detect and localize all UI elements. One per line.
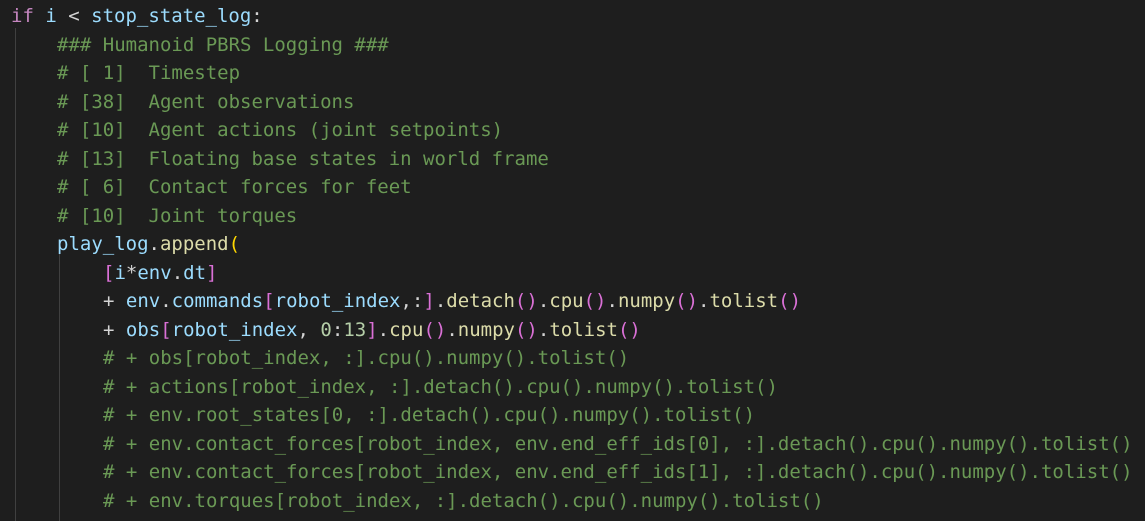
code-token: ,: [297, 319, 321, 341]
code-token: # [ 1] Timestep: [57, 62, 241, 84]
code-token: ,:: [400, 290, 424, 312]
code-token: obs: [125, 319, 161, 341]
code-token: detach: [446, 290, 515, 312]
code-line-15[interactable]: # + env.root_states[0, :].detach().cpu()…: [11, 401, 755, 429]
code-line-14[interactable]: # + actions[robot_index, :].detach().cpu…: [11, 373, 778, 401]
code-token: (): [617, 319, 641, 341]
code-token: # [10] Agent actions (joint setpoints): [57, 119, 504, 141]
code-line-10[interactable]: [i*env.dt]: [11, 259, 217, 287]
code-line-17[interactable]: # + env.contact_forces[robot_index, env.…: [11, 458, 1133, 486]
code-line-12[interactable]: + obs[robot_index, 0:13].cpu().numpy().t…: [11, 316, 641, 344]
code-token: ]: [423, 290, 435, 312]
code-token: numpy: [457, 319, 515, 341]
code-token: .: [537, 319, 550, 341]
code-token: .: [446, 319, 458, 341]
code-line-6[interactable]: # [13] Floating base states in world fra…: [11, 145, 549, 173]
code-token: env: [125, 290, 161, 312]
code-token: <: [56, 5, 92, 27]
code-token: # + actions[robot_index, :].detach().cpu…: [103, 376, 778, 398]
code-token: :: [251, 5, 263, 27]
code-token: *: [125, 262, 138, 284]
code-token: # + env.contact_forces[robot_index, env.…: [103, 433, 1133, 455]
code-token: # [10] Joint torques: [57, 205, 298, 227]
code-token: # + env.contact_forces[robot_index, env.…: [103, 461, 1133, 483]
code-line-7[interactable]: # [ 6] Contact forces for feet: [11, 173, 412, 201]
code-token: 0: [320, 319, 332, 341]
code-token: +: [103, 319, 126, 341]
code-token: .: [606, 290, 618, 312]
code-token: append: [159, 233, 229, 255]
code-token: ]: [366, 319, 378, 341]
code-token: (): [514, 319, 538, 341]
code-token: 13: [343, 319, 367, 341]
code-token: .: [537, 290, 550, 312]
code-token: (: [228, 233, 241, 255]
code-token: .: [434, 290, 447, 312]
code-line-5[interactable]: # [10] Agent actions (joint setpoints): [11, 116, 503, 144]
code-token: env: [137, 262, 172, 284]
code-token: i: [114, 262, 126, 284]
code-editor[interactable]: if i < stop_state_log: ### Humanoid PBRS…: [0, 0, 1145, 521]
code-token: +: [103, 290, 126, 312]
code-token: (): [675, 290, 699, 312]
code-token: .: [160, 290, 172, 312]
code-token: (): [778, 290, 802, 312]
code-token: cpu: [549, 290, 584, 312]
code-token: (): [514, 290, 538, 312]
code-token: stop_state_log: [91, 5, 252, 27]
code-token: robot_index: [274, 290, 401, 312]
code-line-11[interactable]: + env.commands[robot_index,:].detach().c…: [11, 287, 801, 315]
code-token: tolist: [549, 319, 618, 341]
code-token: # [38] Agent observations: [57, 91, 355, 113]
code-token: [: [103, 262, 115, 284]
code-token: .: [377, 319, 390, 341]
code-line-13[interactable]: # + obs[robot_index, :].cpu().numpy().to…: [11, 344, 629, 372]
code-line-1[interactable]: if i < stop_state_log:: [11, 2, 263, 30]
code-token: .: [698, 290, 710, 312]
code-token: (): [423, 319, 447, 341]
code-token: # + obs[robot_index, :].cpu().numpy().to…: [103, 347, 630, 369]
code-line-2[interactable]: ### Humanoid PBRS Logging ###: [11, 31, 389, 59]
code-token: (): [583, 290, 607, 312]
code-token: .: [171, 262, 184, 284]
code-line-9[interactable]: play_log.append(: [11, 230, 240, 258]
code-token: ### Humanoid PBRS Logging ###: [57, 34, 389, 56]
code-token: [: [160, 319, 172, 341]
code-token: cpu: [389, 319, 424, 341]
code-token: play_log: [57, 233, 149, 255]
code-token: robot_index: [171, 319, 298, 341]
code-token: # + env.root_states[0, :].detach().cpu()…: [103, 404, 756, 426]
code-token: :: [331, 319, 344, 341]
code-token: # + env.torques[robot_index, :].detach()…: [103, 490, 824, 512]
code-line-4[interactable]: # [38] Agent observations: [11, 88, 354, 116]
code-token: i: [45, 5, 57, 27]
code-line-16[interactable]: # + env.contact_forces[robot_index, env.…: [11, 430, 1133, 458]
code-line-3[interactable]: # [ 1] Timestep: [11, 59, 240, 87]
code-token: if: [11, 5, 34, 27]
code-token: [: [263, 290, 275, 312]
code-line-18[interactable]: # + env.torques[robot_index, :].detach()…: [11, 487, 824, 515]
code-token: ]: [206, 262, 218, 284]
code-token: tolist: [709, 290, 779, 312]
code-token: dt: [183, 262, 207, 284]
code-token: numpy: [617, 290, 676, 312]
code-token: # [13] Floating base states in world fra…: [57, 148, 549, 170]
code-token: commands: [171, 290, 264, 312]
code-token: .: [148, 233, 160, 255]
code-token: # [ 6] Contact forces for feet: [57, 176, 412, 198]
code-line-8[interactable]: # [10] Joint torques: [11, 202, 297, 230]
